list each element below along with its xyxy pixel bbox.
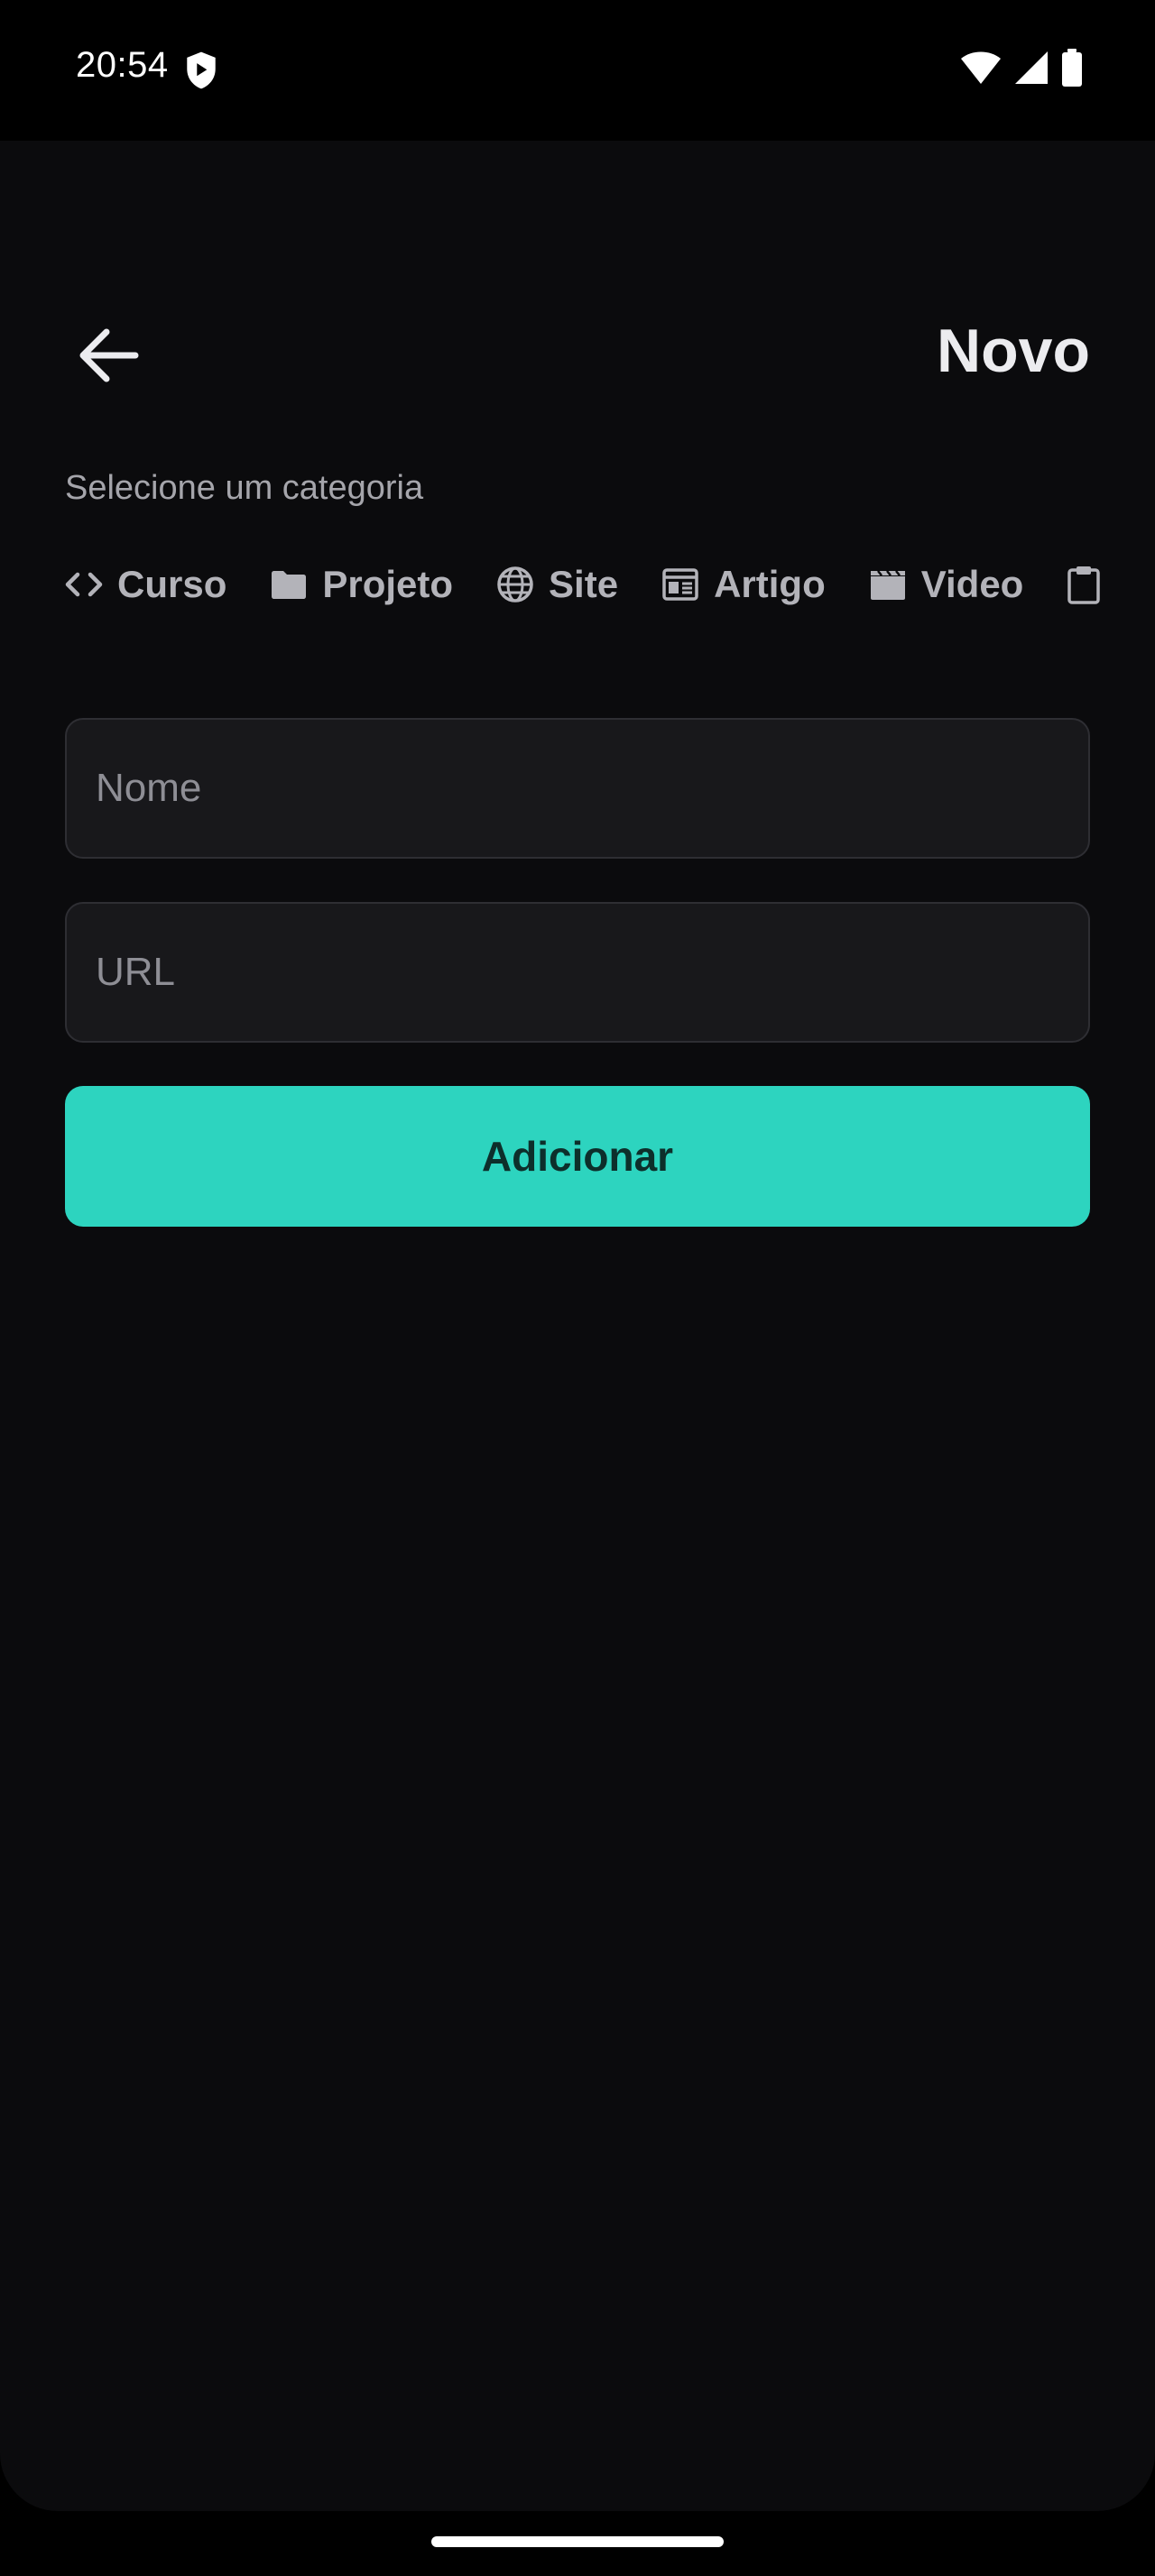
status-time: 20:54 — [76, 45, 169, 85]
category-item-projeto[interactable]: Projeto — [270, 563, 453, 606]
status-bar: 20:54 — [0, 0, 1155, 141]
clapper-icon — [870, 570, 905, 600]
url-input[interactable] — [65, 902, 1090, 1043]
category-item-curso[interactable]: Curso — [65, 563, 226, 606]
category-label: Video — [920, 563, 1024, 605]
category-list: Curso Projeto Site Artigo Video — [65, 552, 1115, 617]
battery-icon — [1062, 49, 1082, 87]
folder-icon — [272, 571, 307, 599]
category-item-clipboard[interactable] — [1067, 565, 1115, 604]
category-item-site[interactable]: Site — [496, 563, 618, 606]
category-label: Curso — [117, 563, 227, 605]
home-indicator[interactable] — [431, 2536, 724, 2547]
category-item-artigo[interactable]: Artigo — [661, 563, 826, 606]
name-input[interactable] — [65, 718, 1090, 859]
category-label: Artigo — [714, 563, 826, 605]
clipboard-icon — [1067, 566, 1101, 604]
arrow-left-icon — [79, 328, 139, 382]
signal-icon — [1015, 51, 1048, 84]
article-icon — [662, 568, 698, 601]
category-label: Site — [549, 563, 619, 605]
shield-icon — [187, 51, 216, 89]
add-button[interactable]: Adicionar — [65, 1086, 1090, 1227]
code-icon — [65, 572, 103, 597]
page-title: Novo — [937, 317, 1090, 385]
status-indicators — [960, 49, 1083, 87]
wifi-icon — [961, 51, 1001, 84]
globe-icon — [497, 566, 533, 603]
category-section-label: Selecione um categoria — [65, 469, 424, 507]
category-label: Projeto — [322, 563, 454, 605]
category-item-video[interactable]: Video — [869, 563, 1024, 606]
back-button[interactable] — [65, 312, 152, 399]
